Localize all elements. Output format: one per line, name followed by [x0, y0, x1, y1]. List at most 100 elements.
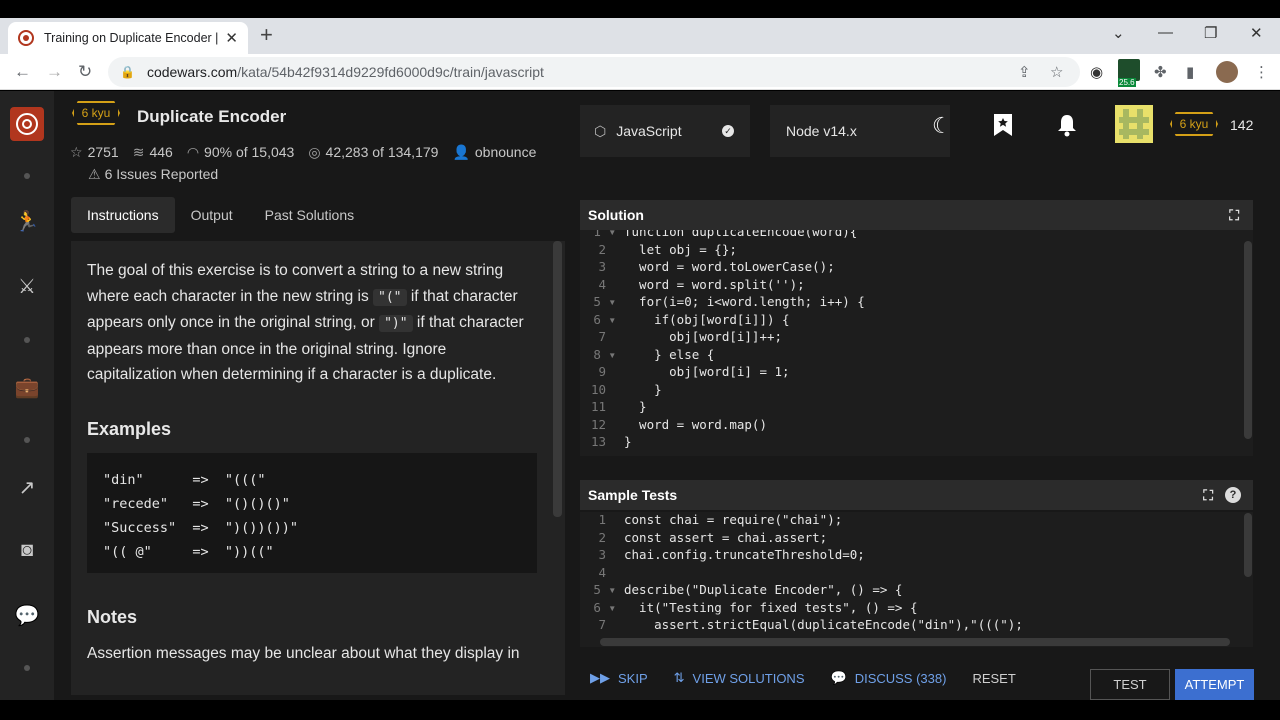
sidebar-icon[interactable]: ▮	[1186, 63, 1194, 81]
extension-g-icon[interactable]: ◉	[1090, 63, 1103, 81]
code-line: word = word.split('');	[624, 276, 805, 292]
extensions-puzzle-icon[interactable]: ✤	[1154, 63, 1167, 81]
back-icon[interactable]: ←	[14, 62, 31, 82]
extension-badge-icon[interactable]: 25.6	[1118, 59, 1140, 87]
close-tab-icon[interactable]: ✕	[225, 29, 238, 47]
code-line: describe("Duplicate Encoder", () => {	[624, 582, 903, 597]
expand-icon[interactable]: ⛶	[1203, 487, 1213, 504]
url-host: codewars.com	[146, 64, 238, 80]
desc-code-open: "("	[373, 288, 407, 306]
line-number: 3	[598, 259, 606, 274]
profile-avatar[interactable]	[1216, 61, 1238, 83]
solution-editor[interactable]: 1 ▾ function duplicateEncode(word){2 let …	[580, 230, 1253, 456]
close-window-icon[interactable]: ✕	[1250, 24, 1263, 42]
satisfaction-value: 90% of 15,043	[204, 144, 295, 160]
url-field[interactable]: 🔒 codewars.com/kata/54b42f9314d9229fd600…	[108, 57, 1080, 87]
line-number: 13	[590, 434, 606, 449]
hexagon-icon: ⬡	[594, 122, 607, 139]
language-select[interactable]: ⬡ JavaScript ✓	[580, 105, 750, 157]
tab-search-icon[interactable]: ⌄	[1112, 24, 1125, 42]
author-stat[interactable]: 👤 obnounce	[452, 144, 536, 161]
issues-text: 6 Issues Reported	[104, 166, 219, 182]
language-value: JavaScript	[616, 123, 682, 139]
line-number: 8 ▾	[593, 346, 616, 362]
reload-icon[interactable]: ↻	[78, 62, 92, 82]
stars-stat[interactable]: ☆ 2751	[70, 144, 119, 161]
runtime-value: Node v14.x	[786, 123, 857, 139]
collections-stat[interactable]: ≋ 446	[133, 144, 173, 161]
layers-icon: ≋	[132, 144, 145, 160]
line-number: 10	[590, 381, 606, 397]
training-icon[interactable]: 🏃	[0, 209, 54, 234]
bookmark-star-icon[interactable]: ☆	[1050, 63, 1063, 81]
satisfaction-stat: ◠ 90% of 15,043	[187, 144, 295, 161]
bookmark-icon[interactable]	[993, 113, 1013, 143]
collections-count: 446	[149, 144, 173, 160]
line-number: 1 ▾	[593, 230, 616, 239]
minimize-icon[interactable]: —	[1158, 24, 1173, 41]
completed-value: 42,283 of 134,179	[325, 144, 439, 160]
user-icon: 👤	[452, 144, 470, 160]
tab-past-solutions[interactable]: Past Solutions	[249, 197, 371, 233]
attempt-button[interactable]: ATTEMPT	[1175, 669, 1254, 700]
test-button[interactable]: TEST	[1090, 669, 1170, 700]
notes-text: Assertion messages may be unclear about …	[87, 645, 520, 662]
expand-icon[interactable]: ⛶	[1229, 207, 1239, 224]
star-icon: ☆	[70, 144, 83, 160]
help-icon[interactable]: ?	[1225, 487, 1241, 503]
browser-tab[interactable]: Training on Duplicate Encoder | C ✕	[8, 22, 248, 54]
code-line: let obj = {};	[624, 241, 737, 257]
code-line: obj[word[i]]++;	[624, 329, 783, 344]
briefcase-icon[interactable]: 💼	[0, 375, 54, 400]
user-avatar[interactable]	[1115, 105, 1153, 143]
tests-horizontal-scrollbar[interactable]	[600, 638, 1230, 646]
sample-tests-editor[interactable]: 1 const chai = require("chai"); 2 const ass…	[580, 512, 1253, 647]
tab-output[interactable]: Output	[175, 197, 249, 233]
desc-code-close: ")"	[379, 315, 413, 332]
reset-button[interactable]: RESET	[972, 671, 1015, 686]
forward-icon[interactable]: →	[46, 62, 63, 82]
comments-icon: 💬	[830, 670, 847, 685]
solution-scrollbar[interactable]	[1244, 241, 1252, 439]
dark-mode-moon-icon[interactable]: ☾	[932, 113, 952, 139]
target-icon: ◎	[308, 144, 321, 160]
code-line: }	[624, 434, 632, 449]
code-line: word = word.map()	[624, 416, 767, 432]
menu-kebab-icon[interactable]: ⋮	[1254, 63, 1269, 81]
share-icon[interactable]: ⇪	[1018, 63, 1031, 81]
notifications-bell-icon[interactable]	[1056, 113, 1078, 143]
codewars-logo-icon[interactable]	[0, 107, 54, 141]
side-navigation: 🏃 ⚔ 💼 ↗ ◙ 💬	[0, 91, 54, 700]
tab-instructions[interactable]: Instructions	[71, 197, 175, 233]
url-path: /kata/54b42f9314d9229fd6000d9c/train/jav…	[237, 64, 544, 80]
runtime-select[interactable]: Node v14.x	[770, 105, 950, 157]
instructions-scrollbar[interactable]	[553, 241, 562, 517]
discuss-button[interactable]: 💬 DISCUSS (338)	[831, 670, 947, 686]
nav-dot	[0, 337, 54, 343]
new-tab-icon[interactable]: +	[260, 24, 273, 46]
code-line: }	[624, 381, 662, 397]
tests-vertical-scrollbar[interactable]	[1244, 513, 1252, 577]
examples-code-block: "din" => "(((" "recede" => "()()()" "Suc…	[87, 453, 537, 573]
code-line: if(obj[word[i]]) {	[624, 311, 790, 327]
practice-icon[interactable]: ⚔	[0, 274, 54, 299]
discuss-label: DISCUSS (338)	[854, 670, 947, 686]
code-line: function duplicateEncode(word){	[624, 230, 858, 239]
leaderboard-icon[interactable]: ↗	[0, 475, 54, 500]
chevron-down-icon: ✓	[722, 125, 734, 137]
nav-dot	[0, 437, 54, 443]
code-line: const assert = chai.assert;	[624, 529, 828, 545]
nav-dot	[0, 173, 54, 179]
warning-icon: ⚠	[88, 166, 101, 182]
compare-icon: ⇅	[673, 670, 685, 685]
view-solutions-button[interactable]: ⇅ VIEW SOLUTIONS	[674, 670, 805, 686]
code-line: it("Testing for fixed tests", () => {	[624, 599, 918, 615]
skip-button[interactable]: ▶▶ SKIP	[590, 670, 648, 686]
restore-icon[interactable]: ❐	[1204, 24, 1217, 42]
chat-icon[interactable]: 💬	[0, 603, 54, 628]
issues-reported[interactable]: ⚠ 6 Issues Reported	[88, 166, 218, 183]
line-number: 11	[590, 399, 606, 414]
discord-icon[interactable]: ◙	[0, 539, 54, 562]
stars-count: 2751	[87, 144, 119, 160]
gauge-icon: ◠	[186, 144, 200, 160]
